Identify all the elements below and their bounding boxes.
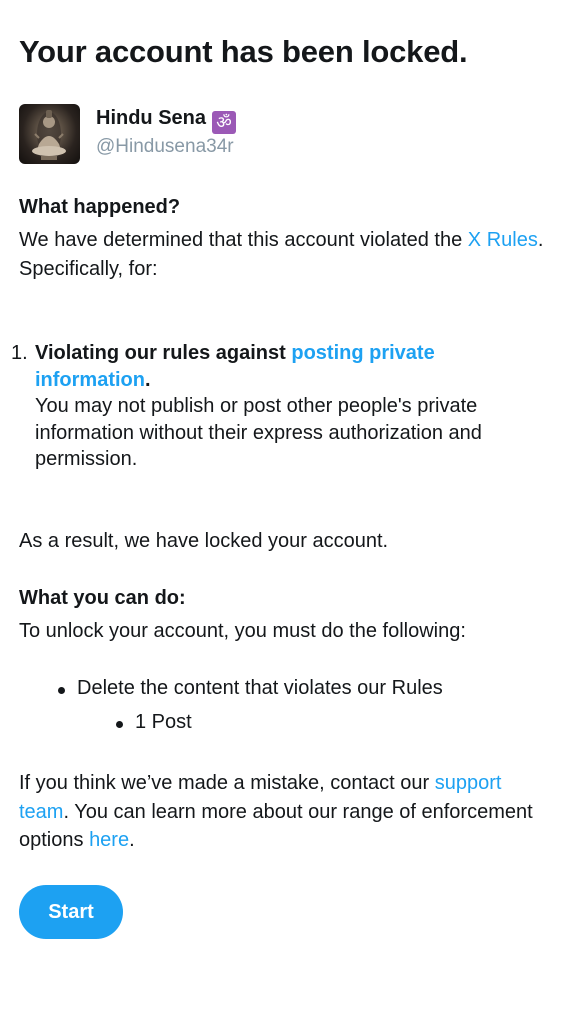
violation-item: 1. Violating our rules against posting p… [11, 340, 549, 473]
what-you-can-do-heading: What you can do: [19, 587, 186, 609]
what-happened-heading: What happened? [19, 196, 181, 218]
bullet-icon [58, 687, 65, 694]
contact-text: If you think we’ve made a mistake, conta… [19, 769, 549, 855]
account-card: Hindu Sena ॐ @Hindusena34r [19, 104, 419, 164]
avatar-image [32, 110, 66, 160]
violation-body: Violating our rules against posting priv… [35, 340, 549, 473]
violation-number: 1. [11, 342, 28, 364]
x-rules-link[interactable]: X Rules [468, 229, 538, 251]
result-text: As a result, we have locked your account… [19, 530, 389, 552]
violation-title-suffix: . [145, 368, 151, 391]
contact-text-after: . [129, 829, 135, 851]
contact-text-before: If you think we’ve made a mistake, conta… [19, 772, 435, 794]
bullet-icon [116, 721, 123, 728]
account-handle: @Hindusena34r [96, 136, 234, 157]
violation-title-prefix: Violating our rules against [35, 342, 292, 364]
violation-description: You may not publish or post other people… [35, 395, 482, 470]
step-post-count: 1 Post [135, 711, 192, 733]
om-icon: ॐ [212, 111, 237, 134]
avatar [19, 104, 80, 164]
account-display-name: Hindu Sena ॐ [96, 107, 237, 134]
display-name-text: Hindu Sena [96, 107, 207, 129]
start-button[interactable]: Start [19, 885, 123, 939]
what-happened-text: We have determined that this account vio… [19, 226, 549, 283]
here-link[interactable]: here [89, 829, 129, 851]
page-title: Your account has been locked. [19, 34, 468, 69]
unlock-instructions: To unlock your account, you must do the … [19, 620, 466, 642]
step-delete-content: Delete the content that violates our Rul… [77, 677, 443, 699]
violation-title: Violating our rules against posting priv… [35, 340, 549, 393]
what-happened-text-before: We have determined that this account vio… [19, 229, 468, 251]
